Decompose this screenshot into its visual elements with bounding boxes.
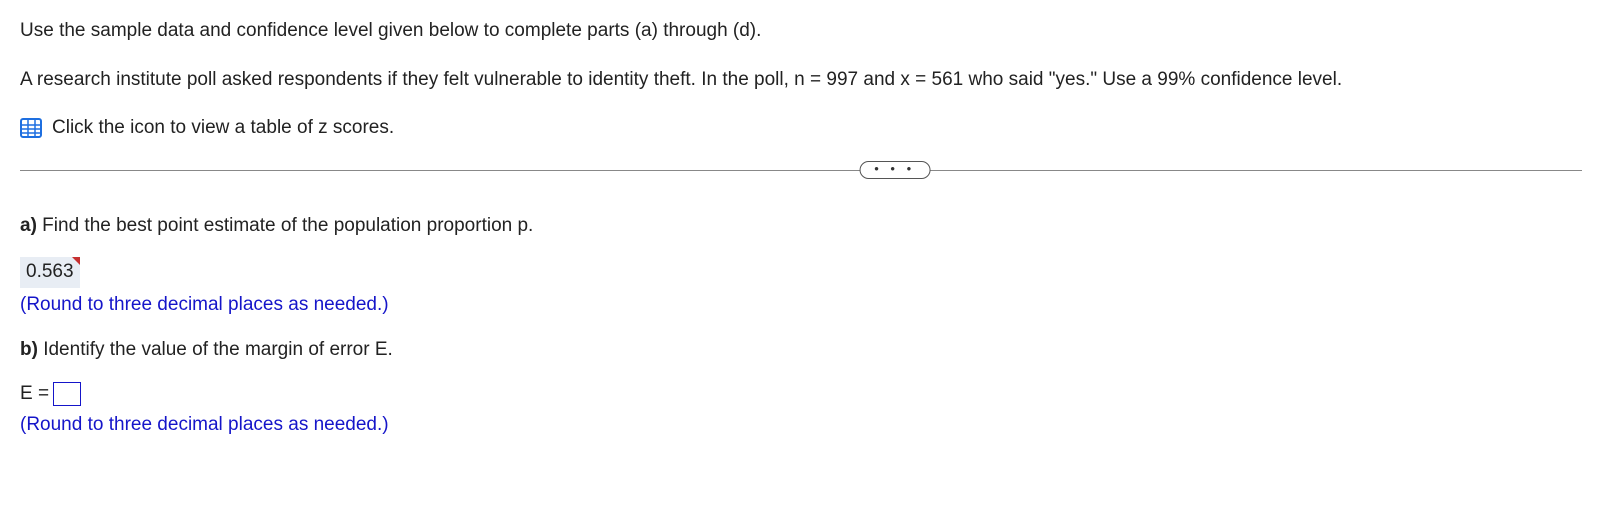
table-icon xyxy=(20,118,42,138)
part-b-label: b) xyxy=(20,339,38,360)
instruction-line-2: A research institute poll asked responde… xyxy=(20,67,1582,94)
part-a-label: a) xyxy=(20,215,37,236)
part-b-question: b) Identify the value of the margin of e… xyxy=(20,337,1582,364)
section-divider: • • • xyxy=(20,170,1582,171)
part-a-text: Find the best point estimate of the popu… xyxy=(37,215,533,236)
part-b-equation-row: E = xyxy=(20,381,1582,408)
z-table-link-row[interactable]: Click the icon to view a table of z scor… xyxy=(20,115,1582,142)
z-table-link-text: Click the icon to view a table of z scor… xyxy=(52,115,394,142)
part-a-question: a) Find the best point estimate of the p… xyxy=(20,213,1582,240)
part-b-text: Identify the value of the margin of erro… xyxy=(38,339,393,360)
part-b-answer-field[interactable] xyxy=(53,382,81,406)
part-b-hint: (Round to three decimal places as needed… xyxy=(20,412,1582,439)
part-b-eq-left: E = xyxy=(20,381,49,408)
part-a-hint: (Round to three decimal places as needed… xyxy=(20,292,1582,319)
instruction-line-1: Use the sample data and confidence level… xyxy=(20,18,1582,45)
divider-line xyxy=(20,170,1582,171)
expand-dots-button[interactable]: • • • xyxy=(859,161,930,179)
part-a-answer-field[interactable]: 0.563 xyxy=(20,257,80,288)
